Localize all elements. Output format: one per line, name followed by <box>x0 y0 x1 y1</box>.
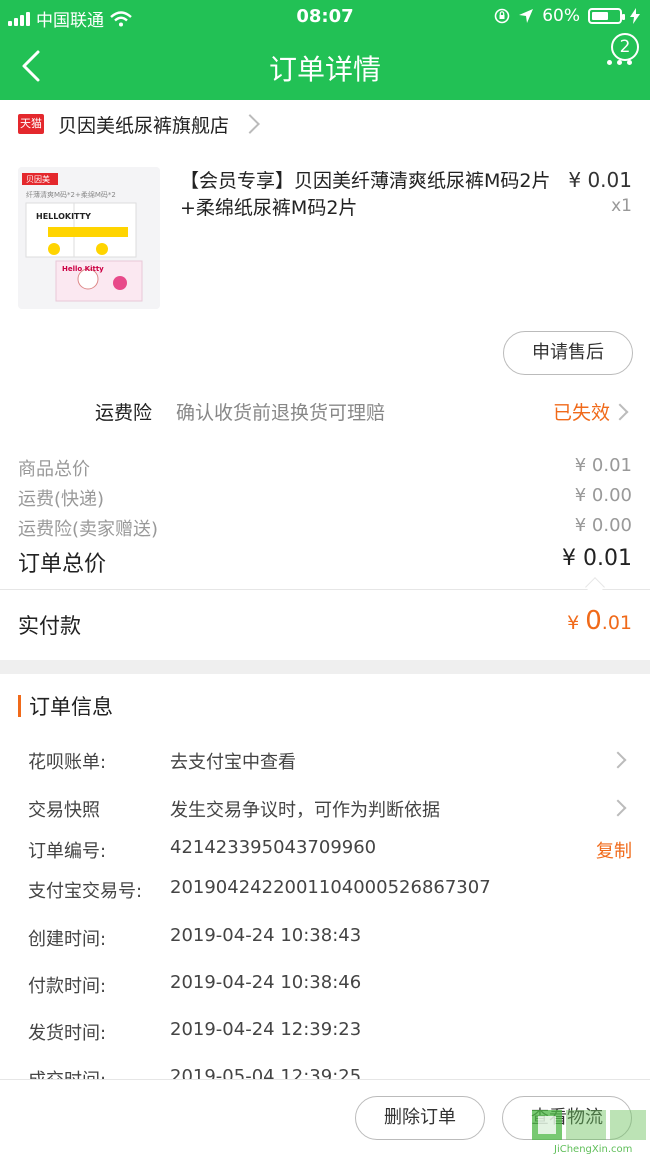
order-info-header: 订单信息 <box>18 692 113 720</box>
section-accent-bar <box>18 695 21 717</box>
page-title: 订单详情 <box>268 53 381 86</box>
diaper-package-image: 贝因美 纤薄清爽M码*2+柔绵M码*2 HELLOKITTY Hello Kit… <box>18 167 160 309</box>
info-key: 订单编号: <box>28 841 107 862</box>
info-value: 2019-04-24 10:38:46 <box>170 972 362 993</box>
order-total-value: ¥ 0.01 <box>562 546 632 571</box>
order-info-title: 订单信息 <box>29 695 113 719</box>
shipping-row: 运费(快递) ¥ 0.00 <box>18 485 632 511</box>
product-title[interactable]: 【会员专享】贝因美纤薄清爽纸尿裤M码2片+柔绵纸尿裤M码2片 <box>180 168 565 222</box>
info-value: 2019042422001104000526867307 <box>170 877 491 898</box>
apply-after-sale-button[interactable]: 申请售后 <box>503 331 633 375</box>
brand-logo-text: 贝因美 <box>26 174 50 184</box>
insurance-status: 已失效 <box>552 402 610 424</box>
insurance-fee-row: 运费险(卖家赠送) ¥ 0.00 <box>18 515 632 541</box>
info-value: 2019-04-24 10:38:43 <box>170 925 362 946</box>
app-header: 中国联通 08:07 60% 订单详情 2 <box>0 0 650 100</box>
order-total-label: 订单总价 <box>18 552 107 577</box>
watermark-text: JiChengXin.com <box>553 1144 632 1155</box>
shipping-insurance-row[interactable]: 运费险 确认收货前退换货可理赔 已失效 <box>0 396 650 428</box>
amount-paid-row: 实付款 ¥ 0.01 <box>0 590 650 658</box>
hello-kitty-logo: HELLOKITTY <box>36 212 91 221</box>
subtotal-row: 商品总价 ¥ 0.01 <box>18 455 632 481</box>
shipping-value: ¥ 0.00 <box>574 485 632 506</box>
battery-icon <box>588 8 625 24</box>
insurance-label: 运费险 <box>95 402 153 424</box>
site-watermark-logo: JiChengXin.com <box>532 1110 646 1155</box>
order-total-row: 订单总价 ¥ 0.01 <box>18 546 632 578</box>
info-value: 发生交易争议时，可作为判断依据 <box>170 800 440 821</box>
info-key: 发货时间: <box>28 1023 107 1044</box>
svg-text:Hello Kitty: Hello Kitty <box>62 265 104 273</box>
charging-icon <box>630 8 640 24</box>
info-key: 花呗账单: <box>28 752 107 773</box>
battery-percent: 60% <box>542 6 580 26</box>
info-key: 付款时间: <box>28 976 107 997</box>
insurance-fee-label: 运费险(卖家赠送) <box>18 519 159 540</box>
section-gap <box>0 660 650 674</box>
shop-name: 贝因美纸尿裤旗舰店 <box>58 114 230 137</box>
shipping-label: 运费(快递) <box>18 489 105 510</box>
order-number-value: 421423395043709960 <box>170 837 377 858</box>
subtotal-label: 商品总价 <box>18 459 90 480</box>
info-key: 交易快照 <box>28 800 100 821</box>
message-count-badge[interactable]: 2 <box>611 33 639 61</box>
product-price: ¥ 0.01 <box>568 168 632 192</box>
status-bar: 中国联通 08:07 60% <box>0 0 650 34</box>
product-thumbnail[interactable]: 贝因美 纤薄清爽M码*2+柔绵M码*2 HELLOKITTY Hello Kit… <box>18 167 160 309</box>
info-value: 去支付宝中查看 <box>170 752 296 773</box>
copy-button[interactable]: 复制 <box>596 837 632 863</box>
amount-paid-label: 实付款 <box>18 614 81 638</box>
insurance-fee-value: ¥ 0.00 <box>574 515 632 536</box>
delete-order-button[interactable]: 删除订单 <box>355 1096 485 1140</box>
more-menu-button[interactable] <box>607 60 632 65</box>
location-icon <box>519 9 534 23</box>
rotation-lock-icon <box>494 8 510 24</box>
chevron-right-icon <box>609 751 627 769</box>
amount-paid-value: ¥ 0.01 <box>567 606 632 636</box>
info-key: 创建时间: <box>28 929 107 950</box>
chevron-right-icon <box>240 114 260 134</box>
product-quantity: x1 <box>611 196 632 216</box>
insurance-description: 确认收货前退换货可理赔 <box>176 402 386 424</box>
shop-row[interactable]: 天猫 贝因美纸尿裤旗舰店 <box>0 100 650 148</box>
package-caption: 纤薄清爽M码*2+柔绵M码*2 <box>26 190 116 199</box>
tmall-icon: 天猫 <box>18 114 44 134</box>
status-right: 60% <box>494 6 640 26</box>
info-key: 支付宝交易号: <box>28 881 143 902</box>
chevron-right-icon <box>609 799 627 817</box>
info-value: 2019-04-24 12:39:23 <box>170 1019 362 1040</box>
chevron-right-icon <box>611 403 629 421</box>
subtotal-value: ¥ 0.01 <box>574 455 632 476</box>
